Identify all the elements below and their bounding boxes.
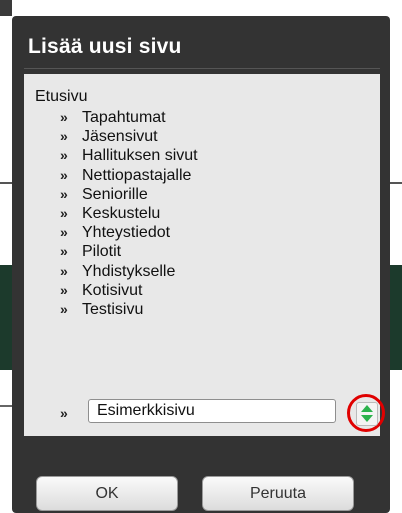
tree-item-label: Yhdistykselle: [82, 262, 176, 280]
bullet-icon: »: [60, 262, 68, 279]
bullet-icon: »: [60, 405, 68, 421]
arrow-up-icon[interactable]: [361, 405, 373, 412]
tree-item: » Kotisivut: [60, 281, 198, 300]
tree-item: » Nettiopastajalle: [60, 166, 198, 185]
bullet-icon: »: [60, 109, 68, 125]
bullet-icon: »: [60, 204, 68, 221]
tree-item: » Keskustelu: [60, 204, 198, 223]
tree-item: » Jäsensivut: [60, 127, 198, 146]
arrow-down-icon[interactable]: [361, 415, 373, 422]
title-divider: [24, 68, 380, 69]
bullet-icon: »: [60, 128, 68, 145]
tree-item: » Yhdistykselle: [60, 262, 198, 281]
tree-item: » Tapahtumat: [60, 108, 198, 127]
page-tree: » Tapahtumat » Jäsensivut » Hallituksen siv…: [60, 108, 198, 319]
tree-item-label: Keskustelu: [82, 204, 161, 222]
background-fragment: [0, 405, 12, 407]
tree-root-etusivu: Etusivu: [35, 88, 88, 105]
tree-item-label: Jäsensivut: [82, 128, 158, 146]
tree-item-label: Nettiopastajalle: [82, 166, 192, 184]
new-page-name-input[interactable]: [88, 399, 336, 423]
background-fragment: [0, 265, 12, 370]
tree-item: » Seniorille: [60, 185, 198, 204]
highlight-circle: [347, 394, 385, 432]
bullet-icon: »: [60, 243, 68, 260]
tree-item: » Pilotit: [60, 242, 198, 261]
background-fragment: [390, 182, 402, 184]
bullet-icon: »: [60, 166, 68, 183]
up-down-spinner-icon[interactable]: [356, 402, 378, 426]
tree-item-label: Yhteystiedot: [82, 224, 171, 242]
tree-item-label: Testisivu: [82, 300, 144, 318]
cancel-button[interactable]: Peruuta: [202, 476, 354, 511]
bullet-icon: »: [60, 224, 68, 241]
tree-item: » Yhteystiedot: [60, 223, 198, 242]
tree-item: » Hallituksen sivut: [60, 146, 198, 165]
background-fragment: [390, 265, 402, 370]
tree-item-label: Hallituksen sivut: [82, 147, 198, 165]
add-page-dialog: Lisää uusi sivu Etusivu » Tapahtumat » Jäs…: [12, 16, 390, 513]
tree-item: » Testisivu: [60, 300, 198, 319]
tree-item-label: Seniorille: [82, 185, 148, 203]
dialog-footer: OK Peruuta: [12, 436, 390, 513]
bullet-icon: »: [60, 185, 68, 202]
tree-item-label: Pilotit: [82, 243, 122, 261]
tree-item-label: Kotisivut: [82, 281, 143, 299]
background-fragment: [0, 182, 12, 184]
bullet-icon: »: [60, 281, 68, 298]
bullet-icon: »: [60, 147, 68, 164]
ok-button[interactable]: OK: [36, 476, 178, 511]
background-fragment: [0, 0, 12, 16]
dialog-title: Lisää uusi sivu: [28, 35, 182, 58]
tree-item-label: Tapahtumat: [82, 109, 166, 126]
bullet-icon: »: [60, 300, 68, 317]
